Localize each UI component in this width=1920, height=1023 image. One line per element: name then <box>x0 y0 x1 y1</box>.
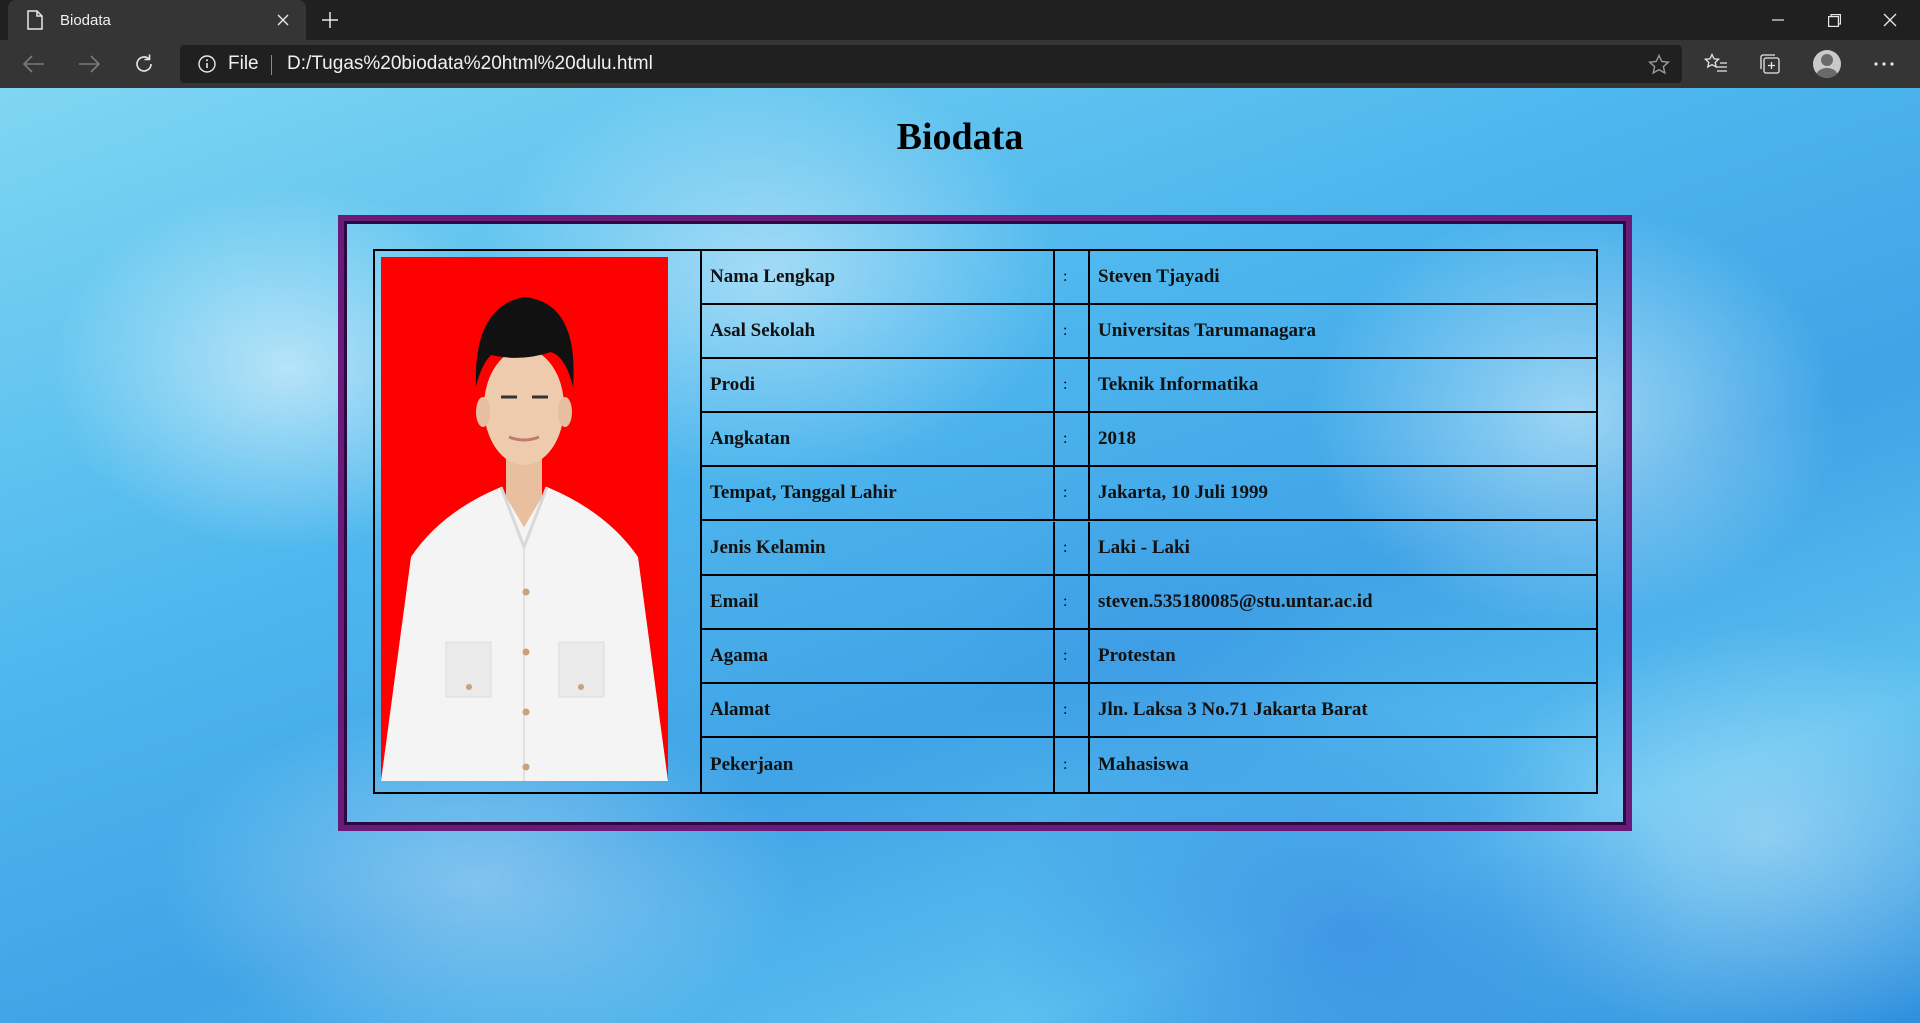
row-label: Pekerjaan <box>702 737 1055 792</box>
table-row: Prodi : Teknik Informatika <box>702 359 1596 414</box>
row-label: Tempat, Tanggal Lahir <box>702 467 1055 520</box>
row-value: Jln. Laksa 3 No.71 Jakarta Barat <box>1098 698 1368 720</box>
refresh-icon <box>136 54 152 72</box>
row-value: Jakarta, 10 Juli 1999 <box>1098 482 1268 504</box>
scheme-label: File <box>228 53 259 74</box>
address-divider <box>271 55 272 75</box>
table-row: Agama : Protestan <box>702 629 1596 684</box>
url-text[interactable]: D:/Tugas%20biodata%20html%20dulu.html <box>287 53 653 75</box>
table-row: Pekerjaan : Mahasiswa <box>702 737 1596 792</box>
plus-icon <box>322 12 338 28</box>
table-row: Email : steven.535180085@stu.untar.ac.id <box>702 575 1596 630</box>
more-button[interactable] <box>1864 46 1904 82</box>
photo-cell <box>375 251 702 792</box>
tab-strip: Biodata <box>0 0 1920 40</box>
table-row: Tempat, Tanggal Lahir : Jakarta, 10 Juli… <box>702 467 1596 522</box>
row-colon: : <box>1055 683 1090 736</box>
page-title: Biodata <box>896 116 1024 158</box>
active-tab[interactable]: Biodata <box>8 0 306 40</box>
table-row: Alamat : Jln. Laksa 3 No.71 Jakarta Bara… <box>702 683 1596 738</box>
row-value: 2018 <box>1098 428 1136 450</box>
table-row: Jenis Kelamin : Laki - Laki <box>702 521 1596 576</box>
row-label: Prodi <box>702 359 1055 412</box>
row-colon: : <box>1055 359 1090 412</box>
row-value: Universitas Tarumanagara <box>1098 320 1316 342</box>
new-tab-button[interactable] <box>314 4 346 36</box>
refresh-button[interactable] <box>124 46 164 82</box>
table-row: Angkatan : 2018 <box>702 413 1596 468</box>
address-bar[interactable]: File D:/Tugas%20biodata%20html%20dulu.ht… <box>180 45 1682 83</box>
row-colon: : <box>1055 629 1090 682</box>
biodata-table: Nama Lengkap : Steven Tjayadi Asal Sekol… <box>373 249 1598 794</box>
favorites-icon <box>1704 53 1727 72</box>
row-colon: : <box>1055 575 1090 628</box>
row-label: Nama Lengkap <box>702 251 1055 304</box>
favorites-button[interactable] <box>1696 46 1736 82</box>
row-value: Laki - Laki <box>1098 536 1190 558</box>
profile-button[interactable] <box>1807 46 1847 82</box>
arrow-left-icon <box>23 55 44 73</box>
row-label: Agama <box>702 629 1055 682</box>
forward-button[interactable] <box>69 46 109 82</box>
restore-icon <box>1827 13 1841 27</box>
row-label: Jenis Kelamin <box>702 521 1055 574</box>
row-value: Mahasiswa <box>1098 753 1189 775</box>
row-colon: : <box>1055 305 1090 358</box>
page-icon <box>24 9 46 31</box>
tab-title: Biodata <box>60 11 111 29</box>
minimize-button[interactable] <box>1750 0 1806 40</box>
star-icon[interactable] <box>1646 51 1672 77</box>
row-colon: : <box>1055 413 1090 466</box>
row-value: Steven Tjayadi <box>1098 266 1220 288</box>
row-label: Angkatan <box>702 413 1055 466</box>
collections-button[interactable] <box>1751 46 1791 82</box>
minimize-icon <box>1772 19 1784 21</box>
table-row: Asal Sekolah : Universitas Tarumanagara <box>702 305 1596 360</box>
close-tab-icon[interactable] <box>270 7 296 33</box>
close-icon <box>1883 13 1897 27</box>
back-button[interactable] <box>14 46 54 82</box>
row-colon: : <box>1055 467 1090 520</box>
page-viewport: Biodata Nama Lengkap: Steven Tjayadi As… <box>0 88 1920 1023</box>
restore-button[interactable] <box>1806 0 1862 40</box>
row-label: Asal Sekolah <box>702 305 1055 358</box>
arrow-right-icon <box>79 55 100 73</box>
row-value: Protestan <box>1098 644 1176 666</box>
row-value: Teknik Informatika <box>1098 374 1259 396</box>
close-window-button[interactable] <box>1862 0 1918 40</box>
more-icon <box>1874 62 1894 66</box>
profile-icon <box>1813 50 1841 78</box>
info-icon[interactable] <box>198 55 216 73</box>
row-label: Alamat <box>702 683 1055 736</box>
row-value: steven.535180085@stu.untar.ac.id <box>1098 590 1373 612</box>
profile-photo <box>381 257 668 781</box>
row-colon: : <box>1055 521 1090 574</box>
row-label: Email <box>702 575 1055 628</box>
collections-icon <box>1760 54 1780 74</box>
table-row: Nama Lengkap : Steven Tjayadi <box>702 251 1596 306</box>
browser-toolbar: File D:/Tugas%20biodata%20html%20dulu.ht… <box>0 40 1920 88</box>
row-colon: : <box>1055 737 1090 792</box>
row-colon: : <box>1055 251 1090 304</box>
